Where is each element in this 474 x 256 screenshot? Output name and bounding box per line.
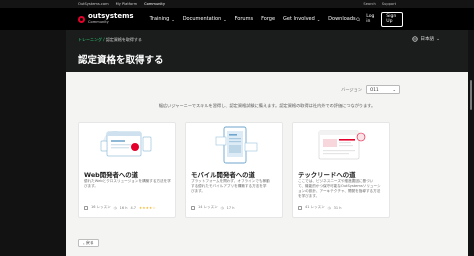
rating-stars: ★★★★☆ [139, 205, 156, 210]
chevron-down-icon: ⌄ [392, 87, 396, 92]
language-selector[interactable]: 日本語 ⌄ [412, 36, 440, 42]
duration: 16 h [119, 205, 128, 210]
card-description: 優れたWebとクロスリュージョンを構築する方法を学 びます。 [84, 179, 171, 188]
login-link[interactable]: Log in [366, 14, 375, 24]
nav-right: Log in Sign Up [355, 11, 403, 27]
chevron-down-icon: ⌄ [436, 36, 440, 42]
card-description: プラットフォームを問わず、オフラインでも稼動 する優れたモバイルアプリを構築する… [191, 179, 270, 193]
nav-item-documentation[interactable]: Documentation ⌄ [183, 16, 227, 22]
chevron-left-icon: ‹ [83, 240, 85, 246]
duration: 31 h [333, 205, 342, 210]
card-meta: 16 レッスン ◷ 16 h 4.7 ★★★★☆ [84, 205, 156, 210]
card-title: テックリードへの道 [298, 171, 356, 179]
card-title: モバイル開発者への道 [191, 171, 255, 179]
nav-item-training[interactable]: Training ⌄ [150, 16, 175, 22]
card-illustration-web [79, 123, 175, 166]
topbar-search-link[interactable]: Search [363, 2, 375, 6]
search-icon[interactable] [355, 16, 361, 23]
logo-name: outsystems [88, 12, 134, 21]
lessons-icon [191, 205, 195, 210]
nav-item-get-involved[interactable]: Get Involved ⌄ [283, 16, 320, 22]
main-nav: outsystems Community Training ⌄ Documenta… [0, 8, 474, 30]
web-illustration-icon [100, 131, 152, 157]
topbar-link-my-platform[interactable]: My Platform [116, 2, 138, 6]
version-value: O11 [370, 87, 379, 92]
outsystems-logo-icon [78, 15, 85, 23]
duration: 17 h [226, 205, 235, 210]
rating-value: 4.7 [130, 205, 137, 210]
globe-icon [412, 36, 419, 42]
page-header: トレーニング / 認定資格を取得する 日本語 ⌄ 認定資格を取得する [66, 30, 468, 72]
breadcrumb: トレーニング / 認定資格を取得する [78, 37, 142, 43]
logo-subtitle: Community [88, 20, 109, 25]
breadcrumb-current: 認定資格を取得する [105, 37, 142, 42]
intro-text: 幅広いジャーニーでスキルを習得し、認定資格試験に備えます。認定資格の取得は社内外… [158, 103, 376, 108]
chevron-down-icon: ⌄ [223, 16, 227, 22]
back-button[interactable]: ‹ 戻る [78, 239, 99, 247]
topbar-support-link[interactable]: Support [382, 2, 396, 6]
outsystems-logo[interactable]: outsystems Community [78, 13, 134, 25]
lesson-count: 41 レッスン [305, 205, 325, 209]
clock-icon: ◷ [327, 205, 331, 210]
version-filter: バージョン O11 ⌄ [341, 85, 400, 94]
mobile-illustration-icon [215, 126, 258, 164]
topbar-link-community[interactable]: Community [144, 2, 165, 6]
breadcrumb-link-training[interactable]: トレーニング [78, 37, 102, 42]
page-title: 認定資格を取得する [78, 55, 164, 66]
card-description: ここでは、ビジネスニーズや推進要因に基づい て、機能的かつ保守可能なOutSys… [298, 179, 381, 198]
path-card-mobile-developer[interactable]: モバイル開発者への道 プラットフォームを問わず、オフラインでも稼動 する優れたモ… [185, 122, 283, 218]
card-illustration-tech-lead [293, 123, 389, 166]
version-label: バージョン [341, 86, 362, 92]
lessons-icon [298, 205, 302, 210]
version-select[interactable]: O11 ⌄ [366, 85, 400, 94]
nav-item-forge[interactable]: Forge [261, 16, 275, 22]
card-meta: 41 レッスン ◷ 31 h [298, 205, 341, 210]
path-card-web-developer[interactable]: Web開発者への道 優れたWebとクロスリュージョンを構築する方法を学 びます。… [78, 122, 176, 218]
clock-icon: ◷ [113, 205, 117, 210]
language-label: 日本語 [420, 37, 435, 42]
nav-menu: Training ⌄ Documentation ⌄ Forums Forge Ge… [150, 16, 356, 22]
lesson-count: 14 レッスン [198, 205, 218, 209]
card-title: Web開発者への道 [84, 171, 139, 179]
lesson-count: 16 レッスン [91, 205, 111, 209]
card-meta: 14 レッスン ◷ 17 h [191, 205, 234, 210]
card-illustration-mobile [186, 123, 282, 166]
path-card-tech-lead[interactable]: テックリードへの道 ここでは、ビジネスニーズや推進要因に基づい て、機能的かつ保… [292, 122, 390, 218]
chevron-down-icon: ⌄ [171, 16, 175, 22]
utility-bar: OutSystems.com My Platform Community Sea… [0, 0, 474, 8]
nav-item-downloads[interactable]: Downloads [328, 16, 355, 22]
nav-item-forums[interactable]: Forums [235, 16, 253, 22]
clock-icon: ◷ [220, 205, 224, 210]
lessons-icon [84, 205, 88, 210]
main-content: バージョン O11 ⌄ 幅広いジャーニーでスキルを習得し、認定資格試験に備えます… [66, 72, 468, 256]
chevron-down-icon: ⌄ [316, 16, 321, 22]
tech-lead-illustration-icon [318, 130, 366, 160]
breadcrumb-separator: / [103, 37, 105, 42]
scrollbar[interactable] [470, 80, 472, 110]
topbar-right: Search Support [363, 2, 396, 6]
signup-button[interactable]: Sign Up [381, 11, 403, 27]
back-button-label: 戻る [86, 240, 94, 245]
topbar-link-outsystems[interactable]: OutSystems.com [78, 2, 109, 6]
